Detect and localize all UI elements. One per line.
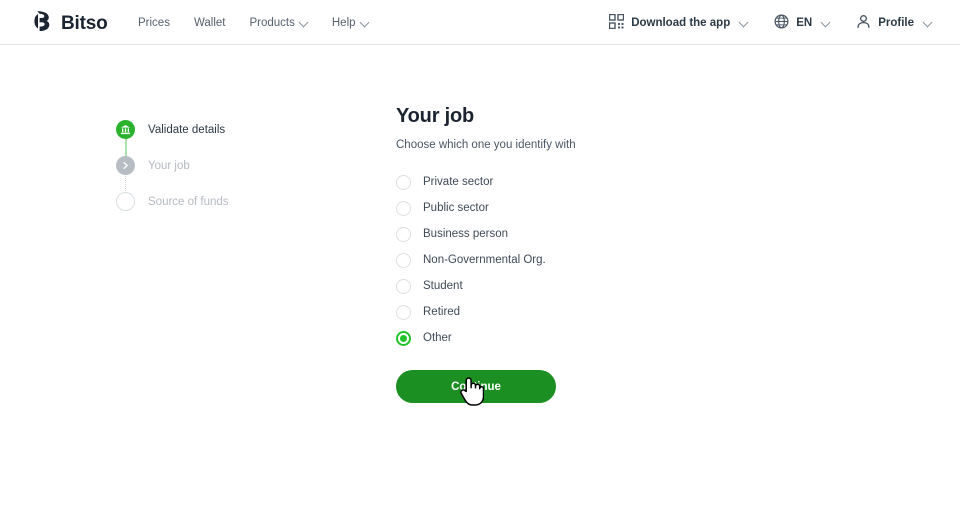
radio-non-governmental-org[interactable] bbox=[396, 252, 411, 268]
nav-label-wallet: Wallet bbox=[193, 16, 226, 29]
globe-icon bbox=[774, 14, 789, 32]
option-retired[interactable]: Retired bbox=[396, 299, 736, 325]
nav-label-language: EN bbox=[796, 16, 813, 29]
bank-icon bbox=[116, 120, 135, 139]
stepper-label-source-of-funds: Source of funds bbox=[148, 195, 229, 208]
nav-label-help: Help bbox=[331, 16, 356, 29]
radio-retired[interactable] bbox=[396, 304, 411, 320]
option-label-business-person: Business person bbox=[423, 228, 509, 240]
continue-button[interactable]: Continue bbox=[396, 370, 556, 403]
page-title: Your job bbox=[396, 105, 475, 127]
primary-nav: Prices Wallet Products Help bbox=[138, 0, 369, 45]
onboarding-stepper: Validate details Your job Source of fund… bbox=[116, 117, 356, 214]
secondary-nav: Download the app EN Profile bbox=[608, 0, 932, 45]
stepper-label-your-job: Your job bbox=[148, 159, 190, 172]
nav-label-products: Products bbox=[249, 16, 295, 29]
site-header: Bitso Prices Wallet Products Help Downlo… bbox=[0, 0, 960, 45]
chevron-down-icon bbox=[361, 19, 369, 27]
nav-item-language[interactable]: EN bbox=[774, 14, 830, 32]
option-label-student: Student bbox=[423, 280, 463, 292]
nav-item-prices[interactable]: Prices bbox=[138, 17, 170, 29]
option-label-private-sector: Private sector bbox=[423, 176, 494, 188]
bitso-logo-icon bbox=[33, 10, 54, 37]
nav-label-profile: Profile bbox=[878, 16, 914, 29]
radio-private-sector[interactable] bbox=[396, 174, 411, 190]
stepper-item-validate-details[interactable]: Validate details bbox=[116, 117, 356, 142]
radio-other[interactable] bbox=[396, 330, 411, 346]
qr-code-icon bbox=[608, 13, 625, 32]
nav-item-download-app[interactable]: Download the app bbox=[608, 13, 748, 32]
nav-label-download-app: Download the app bbox=[631, 16, 731, 29]
person-icon bbox=[856, 14, 871, 32]
main-content: Validate details Your job Source of fund… bbox=[0, 45, 960, 505]
job-options-group: Private sector Public sector Business pe… bbox=[396, 169, 736, 351]
option-label-non-governmental-org: Non-Governmental Org. bbox=[423, 254, 546, 266]
brand-name: Bitso bbox=[61, 13, 108, 34]
option-student[interactable]: Student bbox=[396, 273, 736, 299]
option-business-person[interactable]: Business person bbox=[396, 221, 736, 247]
nav-label-prices: Prices bbox=[138, 16, 170, 29]
option-label-other: Other bbox=[423, 332, 452, 344]
chevron-down-icon bbox=[924, 19, 932, 27]
step-connector-dotted bbox=[125, 172, 126, 193]
radio-business-person[interactable] bbox=[396, 226, 411, 242]
chevron-down-icon bbox=[300, 19, 308, 27]
option-private-sector[interactable]: Private sector bbox=[396, 169, 736, 195]
stepper-item-source-of-funds[interactable]: Source of funds bbox=[116, 189, 356, 214]
stepper-label-validate-details: Validate details bbox=[148, 123, 226, 136]
job-form: Your job Choose which one you identify w… bbox=[396, 105, 736, 403]
option-non-governmental-org[interactable]: Non-Governmental Org. bbox=[396, 247, 736, 273]
chevron-right-icon bbox=[116, 156, 135, 175]
empty-circle-icon bbox=[116, 192, 135, 211]
option-label-public-sector: Public sector bbox=[423, 202, 489, 214]
nav-item-products[interactable]: Products bbox=[249, 17, 307, 29]
stepper-item-your-job[interactable]: Your job bbox=[116, 153, 356, 178]
nav-item-profile[interactable]: Profile bbox=[856, 14, 932, 32]
radio-public-sector[interactable] bbox=[396, 200, 411, 216]
brand-logo[interactable]: Bitso bbox=[33, 10, 108, 37]
nav-item-wallet[interactable]: Wallet bbox=[194, 17, 226, 29]
radio-student[interactable] bbox=[396, 278, 411, 294]
chevron-down-icon bbox=[740, 19, 748, 27]
page-subtitle: Choose which one you identify with bbox=[396, 139, 576, 151]
option-label-retired: Retired bbox=[423, 306, 461, 318]
option-public-sector[interactable]: Public sector bbox=[396, 195, 736, 221]
chevron-down-icon bbox=[822, 19, 830, 27]
option-other[interactable]: Other bbox=[396, 325, 736, 351]
nav-item-help[interactable]: Help bbox=[332, 17, 369, 29]
